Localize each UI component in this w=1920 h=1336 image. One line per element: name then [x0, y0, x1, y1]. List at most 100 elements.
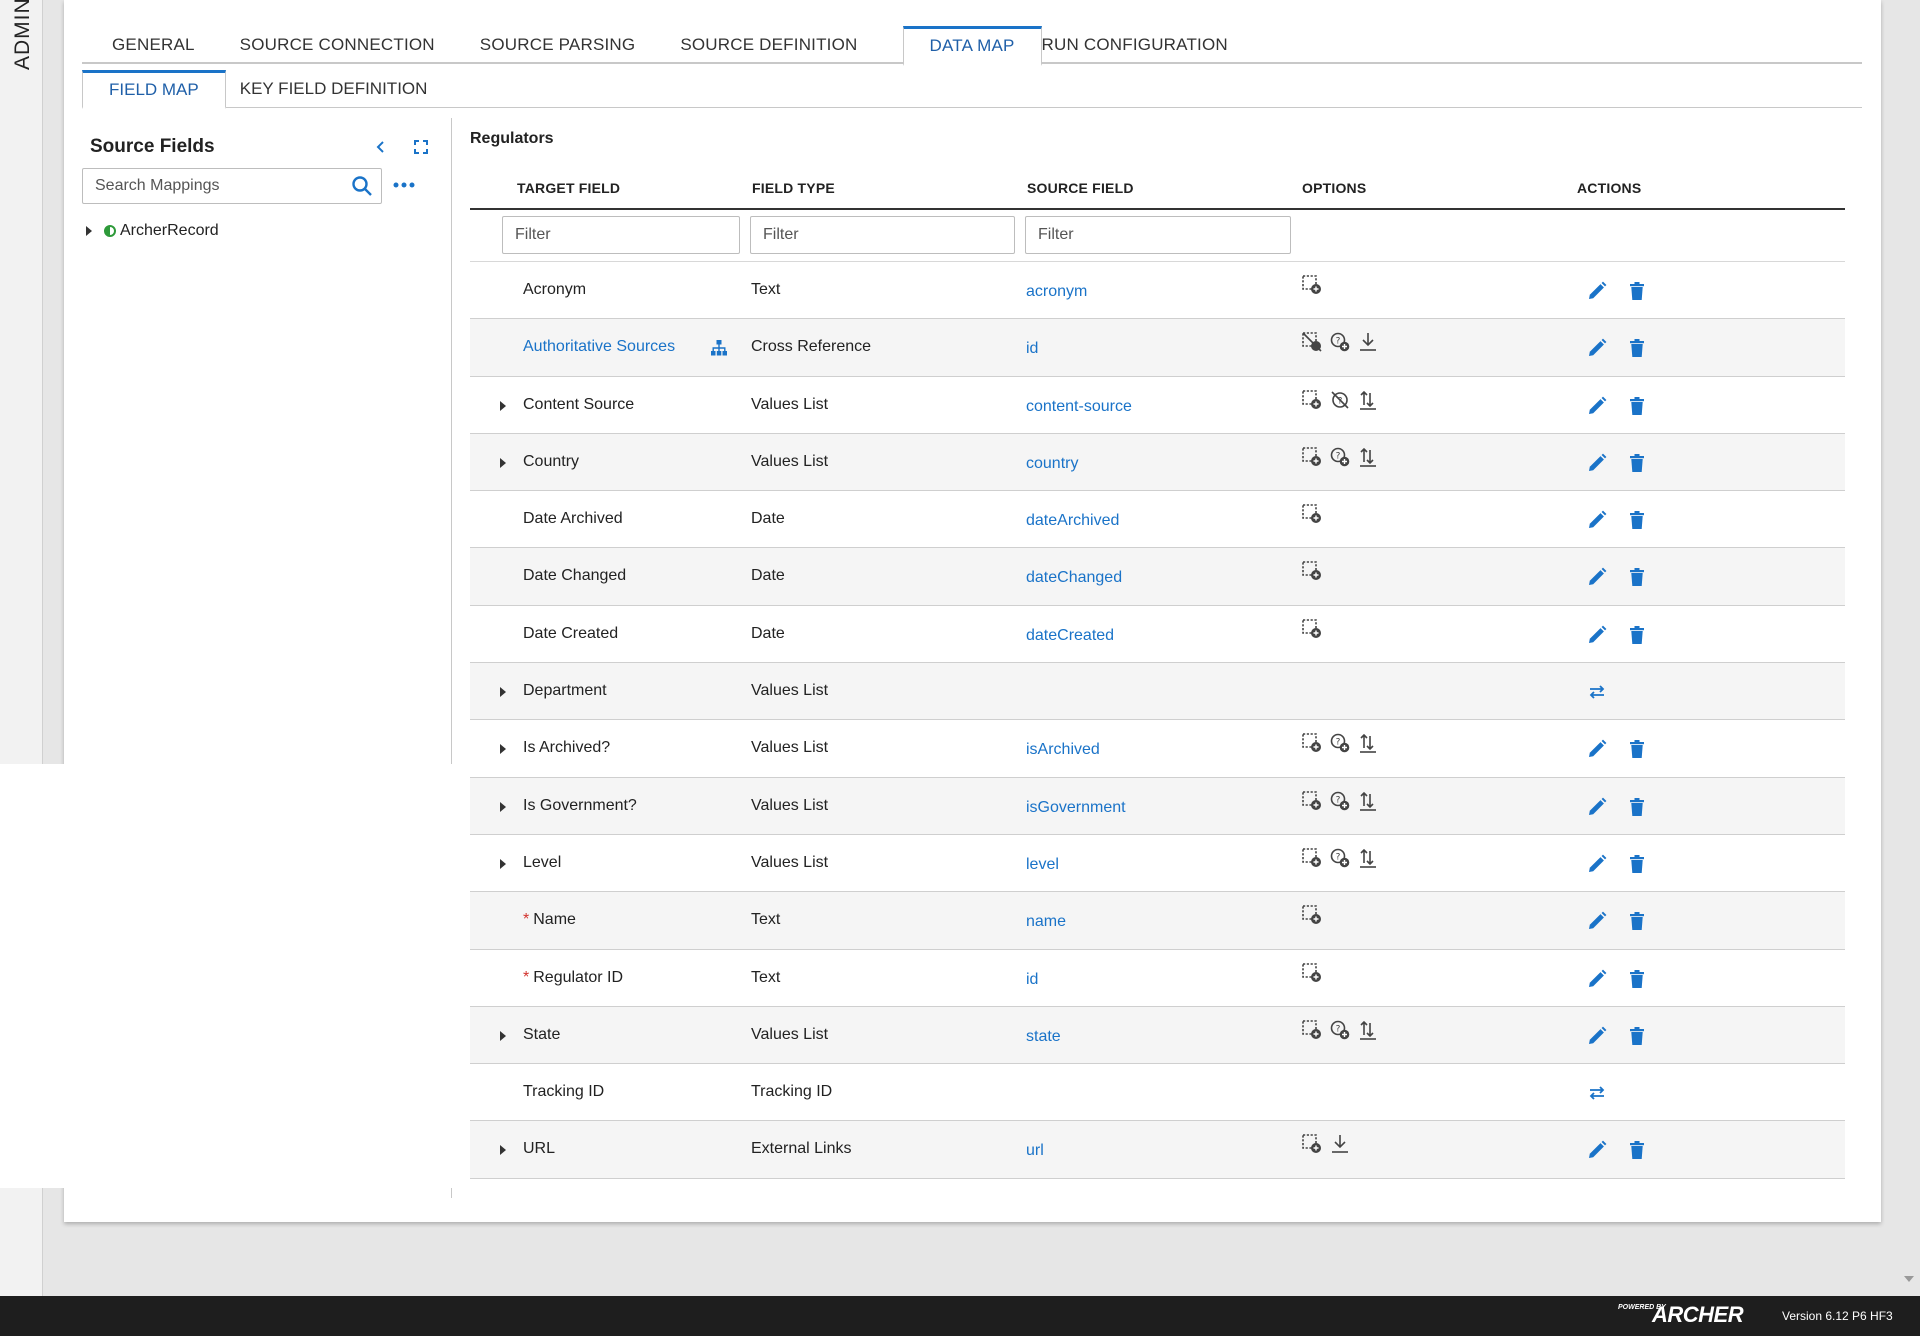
option-default-value-icon[interactable] — [1301, 904, 1323, 926]
option-default-value-icon[interactable] — [1301, 790, 1323, 812]
source-field-link[interactable]: level — [1026, 856, 1059, 874]
option-default-value-icon[interactable] — [1301, 446, 1323, 468]
option-lookup-disabled-icon[interactable]: ? — [1329, 389, 1351, 411]
delete-icon[interactable] — [1626, 910, 1648, 932]
option-sort-icon[interactable] — [1357, 732, 1379, 754]
subtab-field-map[interactable]: FIELD MAP — [82, 70, 226, 109]
edit-icon[interactable] — [1586, 624, 1608, 646]
option-default-value-icon[interactable] — [1301, 274, 1323, 296]
edit-icon[interactable] — [1586, 566, 1608, 588]
option-sort-icon[interactable] — [1357, 446, 1379, 468]
delete-icon[interactable] — [1626, 738, 1648, 760]
expand-row-icon[interactable] — [500, 858, 506, 869]
source-field-link[interactable]: id — [1026, 971, 1038, 989]
edit-icon[interactable] — [1586, 1139, 1608, 1161]
option-lookup-icon[interactable]: ? — [1329, 790, 1351, 812]
option-download-icon[interactable] — [1329, 1133, 1351, 1155]
source-field-link[interactable]: content-source — [1026, 398, 1132, 416]
source-field-link[interactable]: name — [1026, 913, 1066, 931]
option-default-value-icon[interactable] — [1301, 732, 1323, 754]
option-default-value-icon[interactable] — [1301, 1133, 1323, 1155]
edit-icon[interactable] — [1586, 452, 1608, 474]
delete-icon[interactable] — [1626, 796, 1648, 818]
source-field-link[interactable]: isGovernment — [1026, 799, 1126, 817]
subtab-key-field-definition[interactable]: KEY FIELD DEFINITION — [226, 70, 442, 108]
expand-row-icon[interactable] — [500, 457, 506, 468]
delete-icon[interactable] — [1626, 509, 1648, 531]
collapse-panel-icon[interactable] — [370, 136, 392, 158]
option-default-value-icon[interactable] — [1301, 560, 1323, 582]
source-field-link[interactable]: state — [1026, 1028, 1061, 1046]
option-default-value-icon[interactable] — [1301, 389, 1323, 411]
scroll-down-icon[interactable] — [1904, 1276, 1914, 1282]
map-icon[interactable] — [1586, 681, 1608, 703]
edit-icon[interactable] — [1586, 1025, 1608, 1047]
source-field-link[interactable]: dateArchived — [1026, 512, 1119, 530]
delete-icon[interactable] — [1626, 452, 1648, 474]
expand-row-icon[interactable] — [500, 1030, 506, 1041]
source-field-link[interactable]: dateChanged — [1026, 569, 1122, 587]
edit-icon[interactable] — [1586, 910, 1608, 932]
option-default-value-icon[interactable] — [1301, 847, 1323, 869]
tab-source-definition[interactable]: SOURCE DEFINITION — [680, 26, 902, 64]
option-sort-icon[interactable] — [1357, 1019, 1379, 1041]
option-sort-icon[interactable] — [1357, 389, 1379, 411]
option-download-icon[interactable] — [1357, 331, 1379, 353]
expand-fullscreen-icon[interactable] — [410, 136, 432, 158]
option-lookup-icon[interactable]: ? — [1329, 847, 1351, 869]
option-lookup-icon[interactable]: ? — [1329, 331, 1351, 353]
edit-icon[interactable] — [1586, 853, 1608, 875]
edit-icon[interactable] — [1586, 738, 1608, 760]
option-lookup-icon[interactable]: ? — [1329, 732, 1351, 754]
delete-icon[interactable] — [1626, 1025, 1648, 1047]
search-mappings-input[interactable] — [83, 169, 333, 203]
delete-icon[interactable] — [1626, 280, 1648, 302]
tab-run-configuration[interactable]: RUN CONFIGURATION — [1042, 26, 1273, 64]
target-field-cell[interactable]: Authoritative Sources — [523, 338, 675, 356]
source-field-link[interactable]: dateCreated — [1026, 627, 1114, 645]
delete-icon[interactable] — [1626, 1139, 1648, 1161]
expand-row-icon[interactable] — [500, 744, 506, 755]
tree-node-archerrecord[interactable]: ArcherRecord — [86, 222, 219, 240]
expand-row-icon[interactable] — [500, 1145, 506, 1156]
hierarchy-icon[interactable] — [710, 339, 728, 357]
option-sort-icon[interactable] — [1357, 847, 1379, 869]
column-target-field[interactable]: TARGET FIELD — [517, 180, 620, 196]
source-field-link[interactable]: country — [1026, 455, 1078, 473]
delete-icon[interactable] — [1626, 853, 1648, 875]
tree-expand-icon[interactable] — [86, 226, 92, 236]
expand-row-icon[interactable] — [500, 687, 506, 698]
edit-icon[interactable] — [1586, 337, 1608, 359]
filter-field-type[interactable] — [750, 216, 1015, 254]
delete-icon[interactable] — [1626, 395, 1648, 417]
source-field-link[interactable]: url — [1026, 1142, 1044, 1160]
edit-icon[interactable] — [1586, 395, 1608, 417]
tab-data-map[interactable]: DATA MAP — [902, 26, 1042, 66]
option-default-value-icon[interactable] — [1301, 503, 1323, 525]
option-lookup-icon[interactable]: ? — [1329, 1019, 1351, 1041]
delete-icon[interactable] — [1626, 624, 1648, 646]
edit-icon[interactable] — [1586, 280, 1608, 302]
option-default-value-icon[interactable] — [1301, 618, 1323, 640]
tab-general[interactable]: GENERAL — [82, 26, 240, 64]
tab-source-connection[interactable]: SOURCE CONNECTION — [240, 26, 480, 64]
column-source-field[interactable]: SOURCE FIELD — [1027, 180, 1134, 196]
search-icon[interactable] — [351, 175, 373, 197]
column-field-type[interactable]: FIELD TYPE — [752, 180, 835, 196]
delete-icon[interactable] — [1626, 968, 1648, 990]
filter-target-field[interactable] — [502, 216, 740, 254]
option-sort-icon[interactable] — [1357, 790, 1379, 812]
source-field-link[interactable]: acronym — [1026, 283, 1087, 301]
edit-icon[interactable] — [1586, 509, 1608, 531]
option-lookup-icon[interactable]: ? — [1329, 446, 1351, 468]
edit-icon[interactable] — [1586, 796, 1608, 818]
source-field-link[interactable]: isArchived — [1026, 741, 1100, 759]
tab-source-parsing[interactable]: SOURCE PARSING — [480, 26, 681, 64]
source-field-link[interactable]: id — [1026, 340, 1038, 358]
option-default-value-icon[interactable] — [1301, 1019, 1323, 1041]
filter-source-field[interactable] — [1025, 216, 1291, 254]
option-default-value-disabled-icon[interactable] — [1301, 331, 1323, 353]
more-options-icon[interactable] — [392, 176, 416, 196]
edit-icon[interactable] — [1586, 968, 1608, 990]
expand-row-icon[interactable] — [500, 400, 506, 411]
